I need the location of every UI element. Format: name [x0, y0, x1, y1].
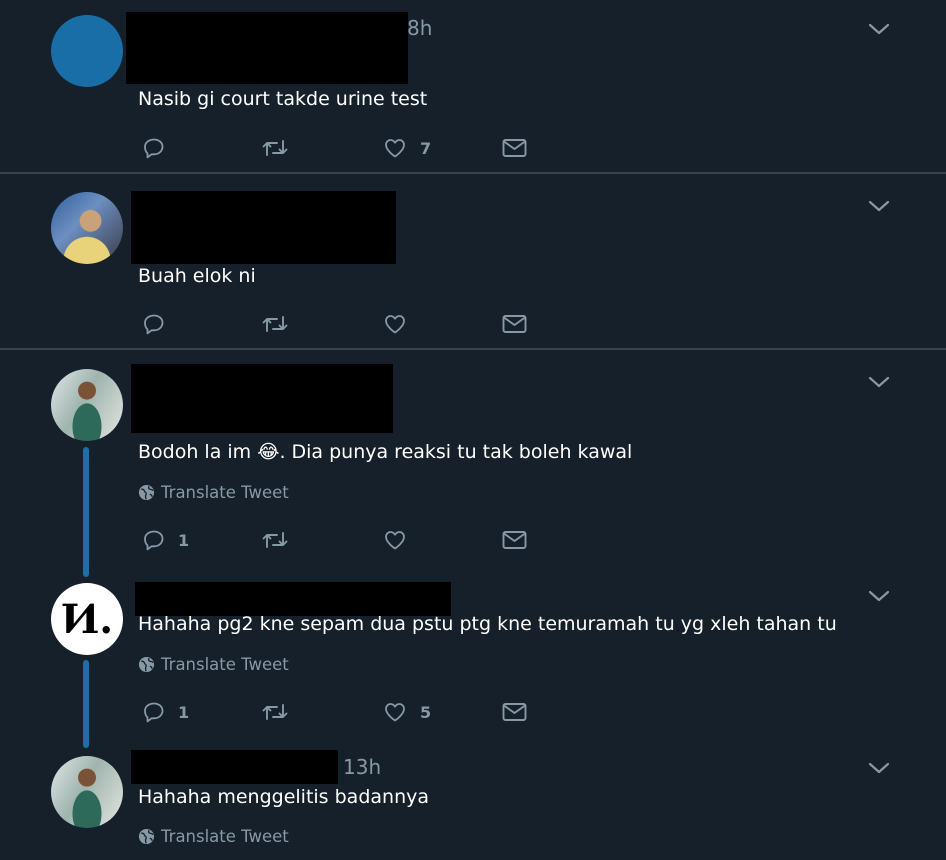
tweet-3[interactable]: Bodoh la im 😂. Dia punya reaksi tu tak b…: [0, 350, 946, 576]
translate-label: Translate Tweet: [161, 655, 289, 674]
like-icon: [382, 312, 408, 336]
translate-label: Translate Tweet: [161, 483, 289, 502]
like-count: 7: [420, 138, 432, 158]
globe-icon: [138, 656, 155, 673]
translate-label: Translate Tweet: [161, 827, 289, 846]
tweet-text: Bodoh la im 😂. Dia punya reaksi tu tak b…: [138, 441, 632, 463]
retweet-icon: [260, 312, 290, 336]
redacted-author-name: [131, 750, 338, 784]
message-icon: [501, 137, 528, 159]
retweet-button[interactable]: [260, 312, 290, 336]
reply-icon: [142, 700, 166, 724]
tweet-timestamp[interactable]: 13h: [343, 755, 381, 779]
reply-icon: [142, 312, 166, 336]
retweet-icon: [260, 136, 290, 160]
redacted-author-name: [131, 364, 393, 433]
tweet-text: Buah elok ni: [138, 265, 256, 287]
tweet-text-part: . Dia punya reaksi tu tak boleh kawal: [279, 441, 633, 463]
like-icon: [382, 136, 408, 160]
translate-tweet-link[interactable]: Translate Tweet: [138, 827, 289, 846]
chevron-down-icon[interactable]: [866, 588, 892, 604]
reply-button[interactable]: [142, 136, 166, 160]
tweet-4[interactable]: Ͷ. Hahaha pg2 kne sepam dua pstu ptg kne…: [0, 576, 946, 748]
translate-tweet-link[interactable]: Translate Tweet: [138, 483, 289, 502]
like-icon: [382, 528, 408, 552]
reply-count: 1: [178, 530, 190, 550]
redacted-author-name: [135, 582, 451, 616]
translate-tweet-link[interactable]: Translate Tweet: [138, 655, 289, 674]
direct-message-button[interactable]: [501, 313, 528, 335]
like-count: 5: [420, 702, 432, 722]
reply-button[interactable]: 1: [142, 528, 189, 552]
retweet-icon: [260, 700, 290, 724]
avatar[interactable]: [51, 192, 123, 264]
tweet-text: Hahaha menggelitis badannya: [138, 786, 429, 808]
message-icon: [501, 313, 528, 335]
retweet-button[interactable]: [260, 136, 290, 160]
globe-icon: [138, 484, 155, 501]
direct-message-button[interactable]: [501, 529, 528, 551]
direct-message-button[interactable]: [501, 137, 528, 159]
chevron-down-icon[interactable]: [866, 21, 892, 37]
tweet-5[interactable]: 13h Hahaha menggelitis badannya Translat…: [0, 748, 946, 860]
reply-button[interactable]: [142, 312, 166, 336]
tweet-timestamp[interactable]: 8h: [407, 16, 432, 40]
retweet-icon: [260, 528, 290, 552]
like-button[interactable]: [382, 528, 408, 552]
tweet-text: Nasib gi court takde urine test: [138, 88, 428, 110]
laughing-emoji: 😂: [257, 441, 280, 463]
avatar[interactable]: Ͷ.: [51, 583, 123, 655]
redacted-author-name: [131, 191, 396, 264]
like-button[interactable]: [382, 312, 408, 336]
reply-icon: [142, 528, 166, 552]
reply-icon: [142, 136, 166, 160]
message-icon: [501, 701, 528, 723]
reply-count: 1: [178, 702, 190, 722]
globe-icon: [138, 828, 155, 845]
like-icon: [382, 700, 408, 724]
retweet-button[interactable]: [260, 528, 290, 552]
like-button[interactable]: 5: [382, 700, 431, 724]
retweet-button[interactable]: [260, 700, 290, 724]
message-icon: [501, 529, 528, 551]
avatar[interactable]: [51, 756, 123, 828]
reply-button[interactable]: 1: [142, 700, 189, 724]
tweet-2[interactable]: Buah elok ni: [0, 174, 946, 348]
chevron-down-icon[interactable]: [866, 760, 892, 776]
like-button[interactable]: 7: [382, 136, 431, 160]
redacted-author-name: [126, 12, 408, 84]
direct-message-button[interactable]: [501, 701, 528, 723]
avatar[interactable]: [51, 15, 123, 87]
chevron-down-icon[interactable]: [866, 198, 892, 214]
tweet-1[interactable]: 8h Nasib gi court takde urine test 7: [0, 0, 946, 172]
avatar-logo: Ͷ.: [60, 595, 114, 643]
tweet-text: Hahaha pg2 kne sepam dua pstu ptg kne te…: [138, 613, 837, 635]
chevron-down-icon[interactable]: [866, 374, 892, 390]
avatar[interactable]: [51, 369, 123, 441]
tweet-text-part: Bodoh la im: [138, 441, 252, 463]
